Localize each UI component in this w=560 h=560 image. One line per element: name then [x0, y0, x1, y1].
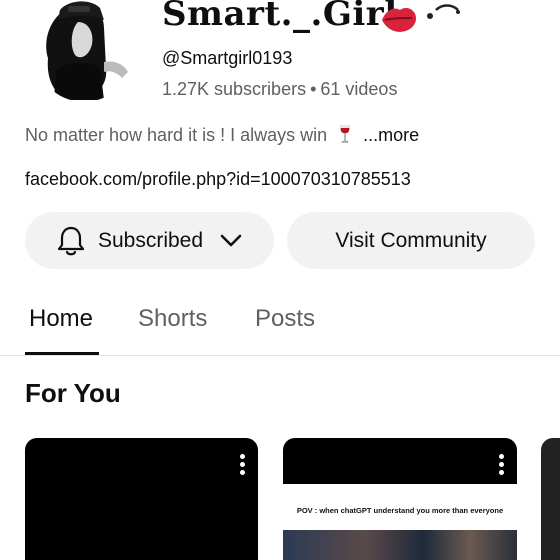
tab-posts[interactable]: Posts	[255, 305, 315, 333]
wine-glass-icon	[340, 125, 351, 143]
active-tab-indicator	[25, 352, 99, 355]
video-card[interactable]	[25, 438, 258, 560]
channel-link[interactable]: facebook.com/profile.php?id=100070310785…	[25, 169, 411, 190]
thumbnail-caption: POV : when chatGPT understand you more t…	[296, 506, 504, 515]
thumbnail-image	[283, 530, 517, 560]
channel-tabs: Home Shorts Posts	[0, 290, 560, 356]
channel-header: Smart._.Girl @Smartgirl0193 1.27K subscr…	[0, 0, 560, 110]
more-link[interactable]: ...more	[363, 125, 419, 145]
visit-community-label: Visit Community	[335, 228, 487, 252]
visit-community-button[interactable]: Visit Community	[287, 212, 535, 269]
channel-handle: @Smartgirl0193	[162, 48, 293, 68]
separator-dot: •	[310, 79, 317, 99]
more-vert-icon[interactable]	[240, 454, 246, 475]
video-card[interactable]	[541, 438, 560, 560]
video-count: 61 videos	[320, 79, 398, 99]
channel-stats: 1.27K subscribers • 61 videos	[162, 79, 397, 100]
chevron-down-icon	[220, 234, 242, 246]
tab-home[interactable]: Home	[29, 305, 93, 333]
subscribed-button[interactable]: Subscribed	[25, 212, 274, 269]
more-vert-icon[interactable]	[499, 454, 505, 475]
tab-shorts[interactable]: Shorts	[138, 305, 207, 333]
bell-icon	[57, 226, 85, 255]
channel-name: Smart._.Girl	[162, 0, 398, 34]
section-title: For You	[25, 378, 121, 408]
description-text: No matter how hard it is ! I always win	[25, 125, 328, 145]
subscribed-label: Subscribed	[97, 228, 204, 252]
lips-icon	[382, 4, 460, 32]
channel-description[interactable]: No matter how hard it is ! I always win …	[25, 124, 419, 146]
subscriber-count: 1.27K subscribers	[162, 79, 307, 99]
video-card[interactable]	[283, 438, 517, 560]
avatar[interactable]	[34, 0, 134, 102]
